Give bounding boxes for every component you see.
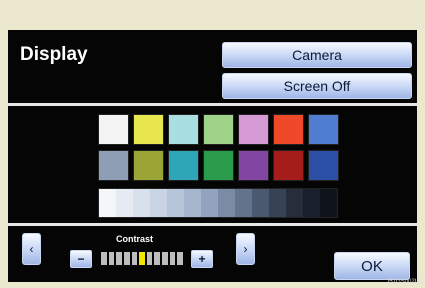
- color-swatch: [203, 114, 234, 145]
- color-swatch: [168, 150, 199, 181]
- color-swatch: [238, 150, 269, 181]
- grayscale-step: [218, 189, 235, 217]
- minus-icon: −: [77, 252, 85, 266]
- contrast-increase-button[interactable]: +: [191, 250, 213, 268]
- color-swatch: [133, 114, 164, 145]
- color-swatch: [273, 150, 304, 181]
- contrast-tick: [154, 252, 161, 265]
- contrast-tick: [123, 252, 130, 265]
- grayscale-step: [167, 189, 184, 217]
- contrast-tick: [139, 252, 145, 265]
- grayscale-step: [133, 189, 150, 217]
- grayscale-bar: [98, 188, 338, 218]
- contrast-tick: [116, 252, 122, 265]
- page-title: Display: [20, 44, 88, 65]
- grayscale-step: [320, 189, 337, 217]
- divider: [8, 223, 417, 226]
- plus-icon: +: [198, 252, 206, 266]
- grayscale-step: [150, 189, 167, 217]
- grayscale-step: [184, 189, 201, 217]
- chevron-left-icon: ‹: [29, 242, 34, 256]
- grayscale-step: [201, 189, 218, 217]
- grayscale-step: [303, 189, 320, 217]
- color-swatch-grid: [98, 114, 339, 182]
- contrast-tick: [162, 252, 168, 265]
- camera-button[interactable]: Camera: [222, 42, 412, 68]
- contrast-tick: [146, 252, 153, 265]
- display-screen: Display Camera Screen Off ‹ Contrast − +…: [8, 30, 417, 282]
- grayscale-step: [252, 189, 269, 217]
- next-arrow-button[interactable]: ›: [236, 233, 255, 265]
- color-swatch: [133, 150, 164, 181]
- contrast-tick: [108, 252, 115, 265]
- contrast-tick: [131, 252, 138, 265]
- color-swatch: [203, 150, 234, 181]
- grayscale-step: [99, 189, 116, 217]
- color-swatch: [273, 114, 304, 145]
- previous-arrow-button[interactable]: ‹: [22, 233, 41, 265]
- ok-button[interactable]: OK: [334, 252, 410, 280]
- grayscale-step: [286, 189, 303, 217]
- color-swatch: [238, 114, 269, 145]
- contrast-decrease-button[interactable]: −: [70, 250, 92, 268]
- contrast-level-meter: [101, 252, 184, 265]
- grayscale-step: [235, 189, 252, 217]
- contrast-tick: [177, 252, 184, 265]
- image-code: I51GS002U: [387, 279, 419, 285]
- contrast-label: Contrast: [116, 234, 154, 244]
- color-swatch: [98, 114, 129, 145]
- screen-off-button[interactable]: Screen Off: [222, 73, 412, 99]
- color-swatch: [168, 114, 199, 145]
- color-swatch: [308, 114, 339, 145]
- divider: [8, 103, 417, 106]
- color-swatch: [308, 150, 339, 181]
- grayscale-step: [269, 189, 286, 217]
- contrast-tick: [101, 252, 107, 265]
- color-swatch: [98, 150, 129, 181]
- contrast-tick: [169, 252, 176, 265]
- grayscale-step: [116, 189, 133, 217]
- chevron-right-icon: ›: [243, 242, 248, 256]
